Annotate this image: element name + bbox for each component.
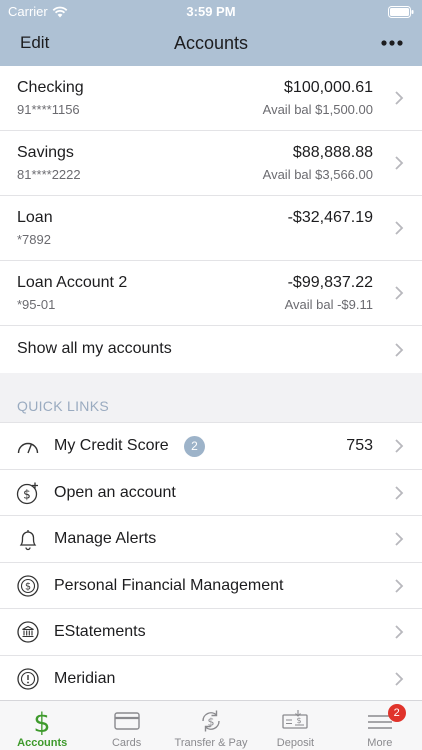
tab-transfer-pay[interactable]: $ Transfer & Pay (169, 701, 253, 750)
dollar-circle-icon: $ (17, 574, 39, 597)
chevron-right-icon (395, 439, 404, 453)
chevron-right-icon (395, 286, 404, 300)
account-balance: -$99,837.22 (287, 274, 373, 291)
notification-badge: 2 (184, 436, 205, 457)
account-row-checking[interactable]: Checking 91****1156 $100,000.61 Avail ba… (0, 66, 422, 131)
account-balance: $88,888.88 (292, 144, 373, 161)
tab-label: Deposit (276, 737, 315, 749)
chevron-right-icon (395, 532, 404, 546)
account-row-loan-2[interactable]: Loan Account 2 *95-01 -$99,837.22 Avail … (0, 261, 422, 326)
quick-links-header: QUICK LINKS (17, 398, 109, 414)
chevron-right-icon (395, 671, 404, 686)
tab-label: More (367, 737, 393, 749)
account-row-loan[interactable]: Loan *7892 -$32,467.19 (0, 196, 422, 261)
dollar-plus-icon: $ (16, 482, 38, 504)
tab-label: Cards (111, 737, 142, 749)
quick-link-pfm[interactable]: $ Personal Financial Management (0, 563, 422, 609)
accounts-list: Checking 91****1156 $100,000.61 Avail ba… (0, 66, 422, 373)
quick-link-label: EStatements (54, 623, 146, 640)
credit-score-value: 753 (346, 437, 373, 454)
account-number: *7892 (17, 232, 51, 247)
quick-link-label: Meridian (54, 669, 116, 687)
account-name: Savings (17, 144, 74, 161)
nav-bar: Edit Accounts (0, 22, 422, 66)
account-row-savings[interactable]: Savings 81****2222 $88,888.88 Avail bal … (0, 131, 422, 196)
account-name: Loan Account 2 (17, 274, 128, 291)
svg-text:$: $ (25, 581, 31, 592)
quick-link-credit-score[interactable]: My Credit Score 2 753 (0, 423, 422, 470)
chevron-right-icon (395, 221, 404, 235)
account-name: Checking (17, 79, 84, 96)
check-deposit-icon: $ (282, 710, 309, 729)
quick-link-open-account[interactable]: $ Open an account (0, 470, 422, 516)
tab-accounts[interactable]: $ Accounts (0, 701, 84, 750)
svg-text:$: $ (23, 487, 31, 501)
clock: 3:59 PM (186, 4, 236, 19)
more-options-icon[interactable] (378, 30, 406, 56)
quick-link-label: Open an account (54, 483, 176, 501)
quick-link-manage-alerts[interactable]: Manage Alerts (0, 516, 422, 563)
available-balance: Avail bal $1,500.00 (262, 102, 373, 117)
chevron-right-icon (395, 578, 404, 593)
battery-icon (388, 6, 414, 18)
svg-text:$: $ (208, 716, 215, 729)
show-all-accounts-button[interactable]: Show all my accounts (0, 326, 422, 373)
quick-links-list: My Credit Score 2 753 $ Open an account … (0, 422, 422, 702)
quick-link-meridian[interactable]: Meridian (0, 656, 422, 703)
svg-text:$: $ (34, 708, 51, 735)
chevron-right-icon (395, 343, 404, 357)
card-icon (113, 712, 140, 730)
tab-cards[interactable]: Cards (84, 701, 168, 750)
notification-badge: 2 (387, 704, 406, 722)
chevron-right-icon (395, 156, 404, 170)
quick-link-label: My Credit Score (54, 437, 169, 454)
available-balance: Avail bal $3,566.00 (262, 167, 373, 182)
show-all-label: Show all my accounts (17, 340, 172, 357)
bank-icon (17, 621, 39, 643)
account-balance: -$32,467.19 (287, 209, 373, 226)
quick-link-estatements[interactable]: EStatements (0, 609, 422, 656)
chevron-right-icon (395, 625, 404, 639)
quick-link-label: Personal Financial Management (54, 576, 284, 594)
dollar-icon: $ (34, 708, 51, 735)
available-balance: Avail bal -$9.11 (284, 297, 373, 312)
account-number: *95-01 (17, 297, 56, 312)
bell-icon (19, 530, 37, 551)
account-balance: $100,000.61 (284, 79, 373, 96)
exclamation-circle-icon (17, 667, 39, 690)
transfer-icon: $ (202, 710, 220, 732)
account-number: 91****1156 (17, 102, 80, 117)
chevron-right-icon (395, 485, 404, 500)
tab-label: Transfer & Pay (174, 737, 248, 749)
quick-link-label: Manage Alerts (54, 530, 157, 547)
chevron-right-icon (395, 91, 404, 105)
tab-bar: $ Accounts Cards $ Transfer & Pay $ Depo… (0, 700, 422, 750)
status-bar: Carrier 3:59 PM (0, 0, 422, 22)
gauge-icon (17, 442, 39, 454)
tab-deposit[interactable]: $ Deposit (253, 701, 337, 750)
tab-label: Accounts (17, 737, 68, 749)
account-number: 81****2222 (17, 167, 81, 182)
tab-more[interactable]: 2 More (338, 701, 422, 750)
svg-text:$: $ (297, 716, 302, 725)
page-title: Accounts (173, 33, 249, 53)
account-name: Loan (17, 209, 53, 226)
